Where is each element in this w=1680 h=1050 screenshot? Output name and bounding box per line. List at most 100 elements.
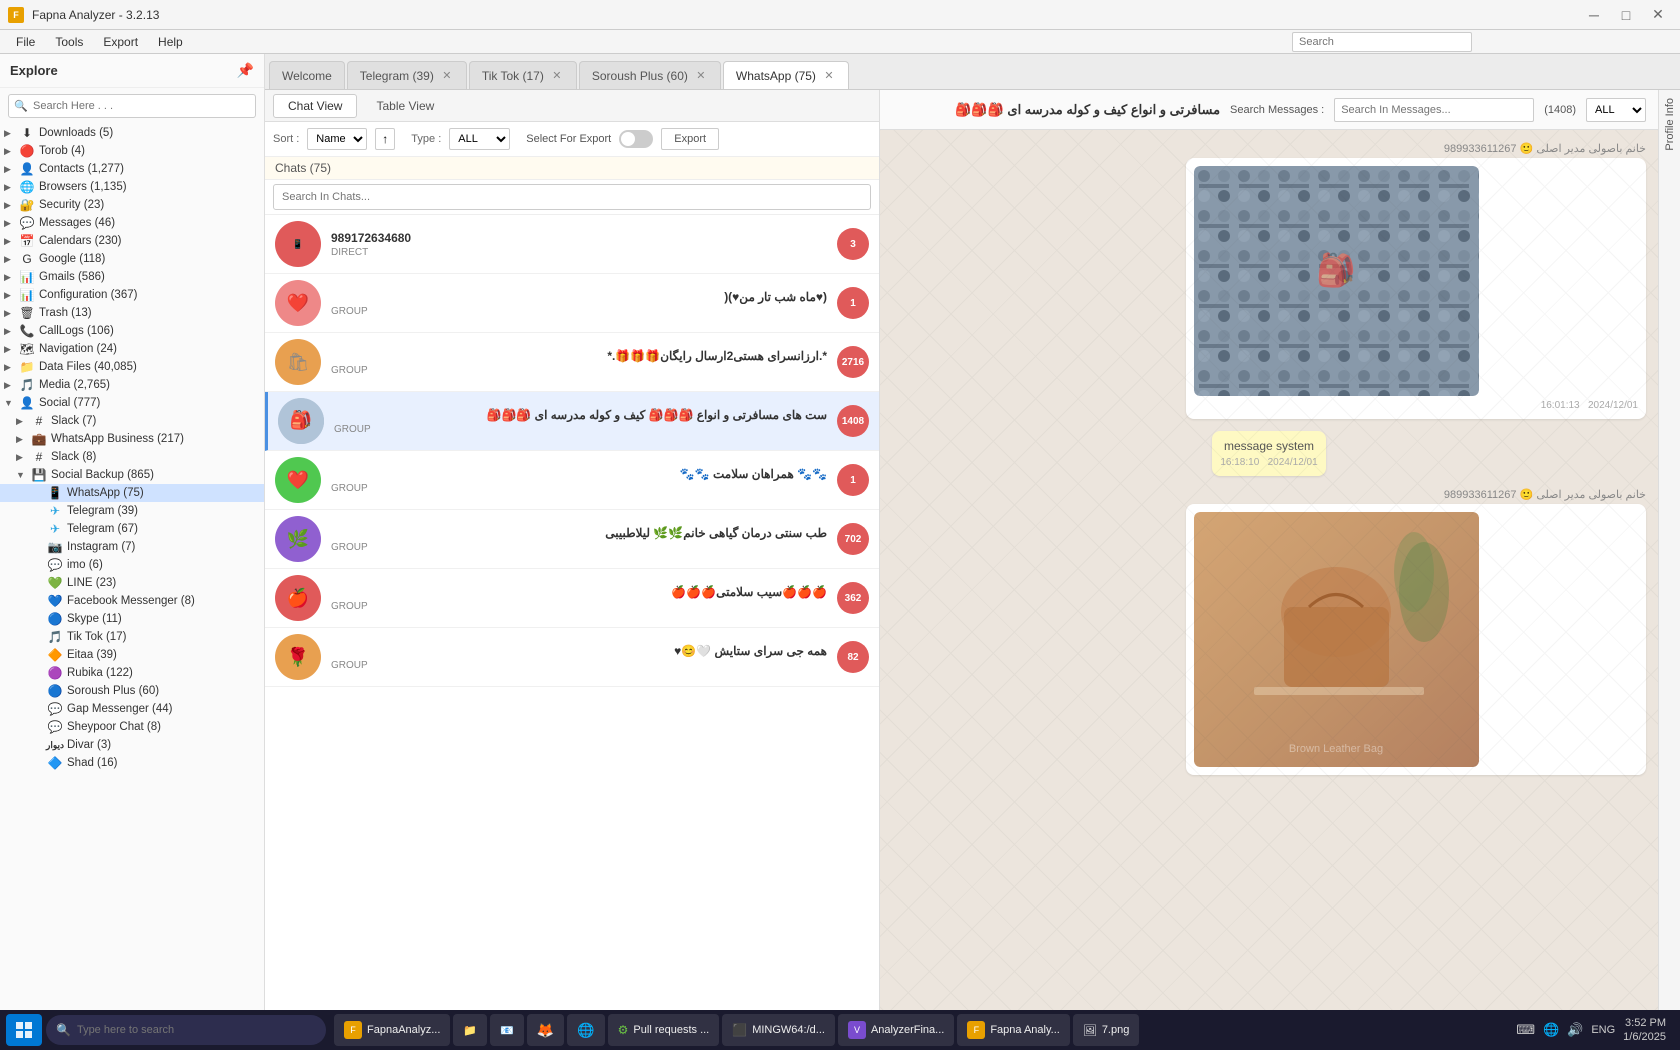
sidebar-item-contacts[interactable]: ▶ 👤 Contacts (1,277) <box>0 160 264 178</box>
sidebar-item-telegram1[interactable]: ✈ Telegram (39) <box>0 502 264 520</box>
sort-direction-button[interactable]: ↑ <box>375 128 395 150</box>
sidebar-search-input[interactable] <box>8 94 256 118</box>
sidebar-item-gap-messenger[interactable]: 💬 Gap Messenger (44) <box>0 700 264 718</box>
sidebar-item-browsers[interactable]: ▶ 🌐 Browsers (1,135) <box>0 178 264 196</box>
taskbar-app-folder[interactable]: 📁 <box>453 1014 487 1046</box>
taskbar-app-label: Pull requests ... <box>633 1024 709 1036</box>
message-filter-select[interactable]: ALL Media Links Docs <box>1586 98 1646 122</box>
sidebar-item-trash[interactable]: ▶ 🗑 Trash (13) <box>0 304 264 322</box>
taskbar-app-analyzerfina[interactable]: V AnalyzerFina... <box>838 1014 954 1046</box>
sidebar-item-label: Configuration (367) <box>39 289 260 301</box>
sidebar-item-slack2[interactable]: ▶ # Slack (8) <box>0 448 264 466</box>
sidebar-item-line[interactable]: 💚 LINE (23) <box>0 574 264 592</box>
minimize-button[interactable]: ─ <box>1580 5 1608 25</box>
chat-item[interactable]: ❤️ (♥ماه شب تار من♥)( GROUP 1 <box>265 274 879 333</box>
maximize-button[interactable]: □ <box>1612 5 1640 25</box>
sidebar-item-shad[interactable]: 🔷 Shad (16) <box>0 754 264 772</box>
global-search-input[interactable] <box>1292 32 1472 52</box>
sidebar-item-downloads[interactable]: ▶ ⬇ Downloads (5) <box>0 124 264 142</box>
sidebar-item-gmails[interactable]: ▶ 📊 Gmails (586) <box>0 268 264 286</box>
vs-icon: V <box>848 1021 866 1039</box>
sidebar-item-torob[interactable]: ▶ 🔴 Torob (4) <box>0 142 264 160</box>
start-button[interactable] <box>6 1014 42 1046</box>
sidebar-item-whatsapp[interactable]: 📱 WhatsApp (75) <box>0 484 264 502</box>
sidebar-item-imo[interactable]: 💬 imo (6) <box>0 556 264 574</box>
menu-file[interactable]: File <box>8 33 43 51</box>
menu-export[interactable]: Export <box>95 33 146 51</box>
menu-tools[interactable]: Tools <box>47 33 91 51</box>
sidebar-item-tiktok[interactable]: 🎵 Tik Tok (17) <box>0 628 264 646</box>
chat-item[interactable]: 🎒 ست های مسافرتی و انواع 🎒🎒🎒 کیف و کوله … <box>265 392 879 451</box>
taskbar-app-fapna1[interactable]: F FapnaAnalyz... <box>334 1014 450 1046</box>
tab-close-icon[interactable]: ✕ <box>440 69 454 83</box>
sidebar-item-messages[interactable]: ▶ 💬 Messages (46) <box>0 214 264 232</box>
chat-item[interactable]: 📱 989172634680 DIRECT 3 <box>265 215 879 274</box>
sender-name: خانم باصولی مدیر اصلی 🙂 989933611267 <box>892 142 1646 155</box>
taskbar-search-input[interactable] <box>77 1024 316 1036</box>
taskbar-app-browser[interactable]: 🦊 <box>527 1014 564 1046</box>
chat-item[interactable]: 🛍 *.ارزانسرای هستی2ارسال رایگان🎁🎁🎁.* GRO… <box>265 333 879 392</box>
tab-close-icon[interactable]: ✕ <box>550 69 564 83</box>
tab-tiktok[interactable]: Tik Tok (17) ✕ <box>469 61 577 89</box>
taskbar-icon-volume: 🔊 <box>1567 1022 1583 1038</box>
menu-help[interactable]: Help <box>150 33 191 51</box>
sidebar-item-instagram[interactable]: 📷 Instagram (7) <box>0 538 264 556</box>
chat-item[interactable]: 🌿 طب سنتی درمان گیاهی خانم🌿🌿 لیلاطبیبی G… <box>265 510 879 569</box>
tab-whatsapp[interactable]: WhatsApp (75) ✕ <box>723 61 849 89</box>
taskbar-search[interactable]: 🔍 <box>46 1015 326 1045</box>
sidebar-item-configuration[interactable]: ▶ 📊 Configuration (367) <box>0 286 264 304</box>
chat-messages[interactable]: خانم باصولی مدیر اصلی 🙂 989933611267 <box>880 130 1658 1050</box>
sidebar-item-rubika[interactable]: 🟣 Rubika (122) <box>0 664 264 682</box>
export-button[interactable]: Export <box>661 128 719 150</box>
taskbar-app-image[interactable]: 🖼 7.png <box>1073 1014 1140 1046</box>
sidebar-item-label: Social Backup (865) <box>51 469 260 481</box>
tab-telegram[interactable]: Telegram (39) ✕ <box>347 61 467 89</box>
sidebar-item-sheypoor[interactable]: 💬 Sheypoor Chat (8) <box>0 718 264 736</box>
tab-welcome[interactable]: Welcome <box>269 61 345 89</box>
sidebar-item-whatsapp-business[interactable]: ▶ 💼 WhatsApp Business (217) <box>0 430 264 448</box>
sidebar-item-eitaa[interactable]: 🔶 Eitaa (39) <box>0 646 264 664</box>
close-button[interactable]: ✕ <box>1644 5 1672 25</box>
controls-row: Sort : Name Date Size ↑ Type : ALL Direc… <box>265 122 879 157</box>
sidebar-item-datafiles[interactable]: ▶ 📁 Data Files (40,085) <box>0 358 264 376</box>
select-export-toggle[interactable] <box>619 130 653 148</box>
sort-select[interactable]: Name Date Size <box>307 128 367 150</box>
sidebar-item-media[interactable]: ▶ 🎵 Media (2,765) <box>0 376 264 394</box>
taskbar-apps: F FapnaAnalyz... 📁 📧 🦊 🌐 ⚙ Pull requests… <box>334 1014 1139 1046</box>
tab-chat-view[interactable]: Chat View <box>273 94 357 118</box>
tab-soroush[interactable]: Soroush Plus (60) ✕ <box>579 61 721 89</box>
sidebar-item-security[interactable]: ▶ 🔐 Security (23) <box>0 196 264 214</box>
tab-close-icon[interactable]: ✕ <box>694 69 708 83</box>
sidebar-item-google[interactable]: ▶ G Google (118) <box>0 250 264 268</box>
sidebar-item-divar[interactable]: دیوار Divar (3) <box>0 736 264 754</box>
chat-item[interactable]: 🌹 همه جی سرای ستایش 🤍😊♥ GROUP 82 <box>265 628 879 687</box>
taskbar-app-email[interactable]: 📧 <box>490 1014 524 1046</box>
taskbar-app-chrome[interactable]: 🌐 <box>567 1014 604 1046</box>
sidebar-pin-icon[interactable]: 📌 <box>237 62 254 79</box>
sidebar-item-social-backup[interactable]: ▼ 💾 Social Backup (865) <box>0 466 264 484</box>
calendars-icon: 📅 <box>18 234 36 248</box>
type-select[interactable]: ALL Direct Group <box>449 128 510 150</box>
taskbar-app-pull-requests[interactable]: ⚙ Pull requests ... <box>608 1014 720 1046</box>
profile-sidebar[interactable]: Profile Info <box>1658 90 1680 1050</box>
sidebar-item-social[interactable]: ▼ 👤 Social (777) <box>0 394 264 412</box>
sidebar-item-slack1[interactable]: ▶ # Slack (7) <box>0 412 264 430</box>
chat-item[interactable]: ❤️ 🐾🐾 همراهان سلامت 🐾🐾 GROUP 1 <box>265 451 879 510</box>
sidebar-item-telegram2[interactable]: ✈ Telegram (67) <box>0 520 264 538</box>
eitaa-icon: 🔶 <box>46 648 64 662</box>
search-chats-input[interactable] <box>273 184 871 210</box>
sidebar-item-soroush-plus[interactable]: 🔵 Soroush Plus (60) <box>0 682 264 700</box>
sidebar-item-navigation[interactable]: ▶ 🗺 Navigation (24) <box>0 340 264 358</box>
taskbar-app-fapna2[interactable]: F Fapna Analy... <box>957 1014 1070 1046</box>
profile-info-label[interactable]: Profile Info <box>1664 98 1676 151</box>
tab-table-view[interactable]: Table View <box>361 94 449 118</box>
chat-item[interactable]: 🍎 🍎🍎🍎سیب سلامتی🍎🍎🍎 GROUP 362 <box>265 569 879 628</box>
sidebar-item-skype[interactable]: 🔵 Skype (11) <box>0 610 264 628</box>
search-messages-input[interactable] <box>1334 98 1534 122</box>
sidebar-item-calendars[interactable]: ▶ 📅 Calendars (230) <box>0 232 264 250</box>
chat-type: GROUP <box>334 424 827 435</box>
sidebar-item-calllogs[interactable]: ▶ 📞 CallLogs (106) <box>0 322 264 340</box>
sidebar-item-facebook-messenger[interactable]: 💙 Facebook Messenger (8) <box>0 592 264 610</box>
tab-close-icon[interactable]: ✕ <box>822 69 836 83</box>
taskbar-app-mingw[interactable]: ⬛ MINGW64:/d... <box>722 1014 835 1046</box>
